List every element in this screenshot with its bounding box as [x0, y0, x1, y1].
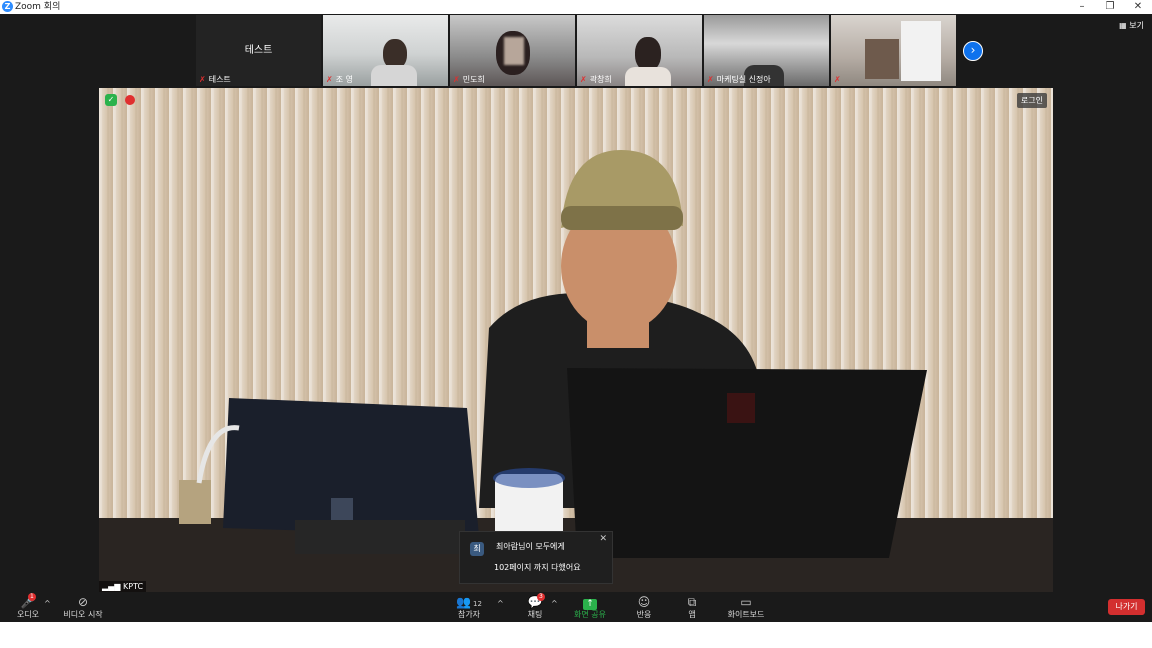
participants-strip: 테스트 ✗ 테스트 ✗ 조 영 ✗ 민도희 ✗ 곽창희 ✗ 마케팅실 신정아 ✗ ›: [0, 14, 1152, 88]
chat-options-caret[interactable]: ^: [551, 599, 558, 608]
muted-mic-icon: ✗: [707, 75, 714, 84]
title-bar: Z Zoom 회의 – ❐ ✕: [0, 0, 1152, 14]
participants-options-caret[interactable]: ^: [497, 599, 504, 608]
participant-tile[interactable]: ✗ 조 영: [323, 15, 448, 86]
participant-name: 곽창희: [589, 75, 612, 84]
view-button[interactable]: ▦ 보기: [1119, 20, 1144, 31]
muted-mic-icon: ✗: [326, 75, 333, 84]
chat-badge: 3: [537, 593, 545, 601]
muted-mic-icon: ✗: [199, 75, 206, 84]
window-bottom-area: [0, 622, 1152, 648]
participants-button[interactable]: 👥 12 참가자: [441, 595, 497, 620]
recording-icon: [125, 95, 135, 105]
participants-icon: 👥 12: [456, 595, 482, 609]
participant-video-figure: [635, 37, 661, 71]
muted-mic-icon: ✗: [834, 75, 841, 84]
participant-tile[interactable]: 테스트 ✗ 테스트: [196, 15, 321, 86]
participant-video-figure: [504, 37, 524, 65]
participant-tile[interactable]: ✗ 민도희: [450, 15, 575, 86]
network-status-label: ▂▄▆ KPTC: [99, 581, 147, 592]
participants-label: 참가자: [457, 610, 481, 619]
restore-button[interactable]: ❐: [1096, 0, 1124, 14]
participant-name: 민도희: [462, 75, 485, 84]
view-label: 보기: [1129, 21, 1144, 30]
participant-video-figure: [901, 21, 941, 81]
chat-notification-popup[interactable]: 최 최아람님이 모두에게 102페이지 까지 다했어요 ✕: [459, 531, 613, 584]
window-title: Zoom 회의: [15, 2, 61, 12]
meeting-toolbar: 🎤 1 오디오 ^ ⊘ 비디오 시작 👥 12 참가자 ^ 💬 3 채팅 ^ ↑ 화면…: [0, 593, 1152, 622]
video-off-icon: ⊘: [77, 595, 89, 609]
chat-label: 채팅: [527, 610, 543, 619]
participant-video-figure: [371, 65, 417, 86]
leave-meeting-button[interactable]: 나가기: [1108, 599, 1145, 615]
minimize-button[interactable]: –: [1068, 0, 1096, 14]
apps-label: 앱: [688, 610, 696, 619]
login-button[interactable]: 로그인: [1016, 93, 1047, 108]
zoom-logo-icon: Z: [2, 1, 13, 12]
whiteboard-label: 화이트보드: [727, 610, 765, 619]
audio-label: 오디오: [16, 610, 40, 619]
participant-name: 마케팅실 신정아: [716, 75, 771, 84]
participants-count: 12: [473, 600, 482, 608]
signal-bars-icon: ▂▄▆: [102, 582, 123, 591]
audio-options-caret[interactable]: ^: [44, 599, 51, 608]
participant-tile[interactable]: ✗: [831, 15, 956, 86]
participant-tile[interactable]: ✗ 마케팅실 신정아: [704, 15, 829, 86]
sender-avatar: 최: [470, 542, 484, 556]
participant-name: 테스트: [208, 75, 231, 84]
active-speaker-video[interactable]: ✓ 로그인 ▂▄▆ KPTC: [99, 88, 1053, 592]
apps-icon: ⧉: [687, 595, 697, 609]
apps-button[interactable]: ⧉ 앱: [664, 595, 720, 620]
whiteboard-icon: ▭: [740, 595, 752, 609]
grid-view-icon: ▦: [1119, 21, 1130, 30]
participant-name: 조 영: [335, 75, 353, 84]
share-screen-label: 화면 공유: [574, 610, 606, 619]
whiteboard-button[interactable]: ▭ 화이트보드: [718, 595, 774, 620]
audio-badge: 1: [28, 593, 36, 601]
chat-message: 102페이지 까지 다했어요: [494, 563, 581, 572]
participant-display-name: 테스트: [244, 45, 273, 56]
encryption-shield-icon[interactable]: ✓: [105, 94, 117, 106]
share-screen-icon: ↑: [562, 595, 618, 610]
video-button[interactable]: ⊘ 비디오 시작: [55, 595, 111, 620]
close-popup-icon[interactable]: ✕: [599, 534, 607, 544]
video-label: 비디오 시작: [63, 610, 103, 619]
participant-video-figure: [625, 67, 671, 86]
muted-mic-icon: ✗: [580, 75, 587, 84]
speaker-video-frame: [99, 88, 1053, 592]
participant-tile[interactable]: ✗ 곽창희: [577, 15, 702, 86]
chevron-right-icon: ›: [970, 43, 976, 57]
participant-video-figure: [865, 39, 899, 79]
chat-sender: 최아람님이 모두에게: [496, 542, 565, 551]
close-button[interactable]: ✕: [1124, 0, 1152, 14]
share-screen-button[interactable]: ↑ 화면 공유: [562, 595, 618, 620]
muted-mic-icon: ✗: [453, 75, 460, 84]
next-participants-button[interactable]: ›: [963, 41, 983, 61]
